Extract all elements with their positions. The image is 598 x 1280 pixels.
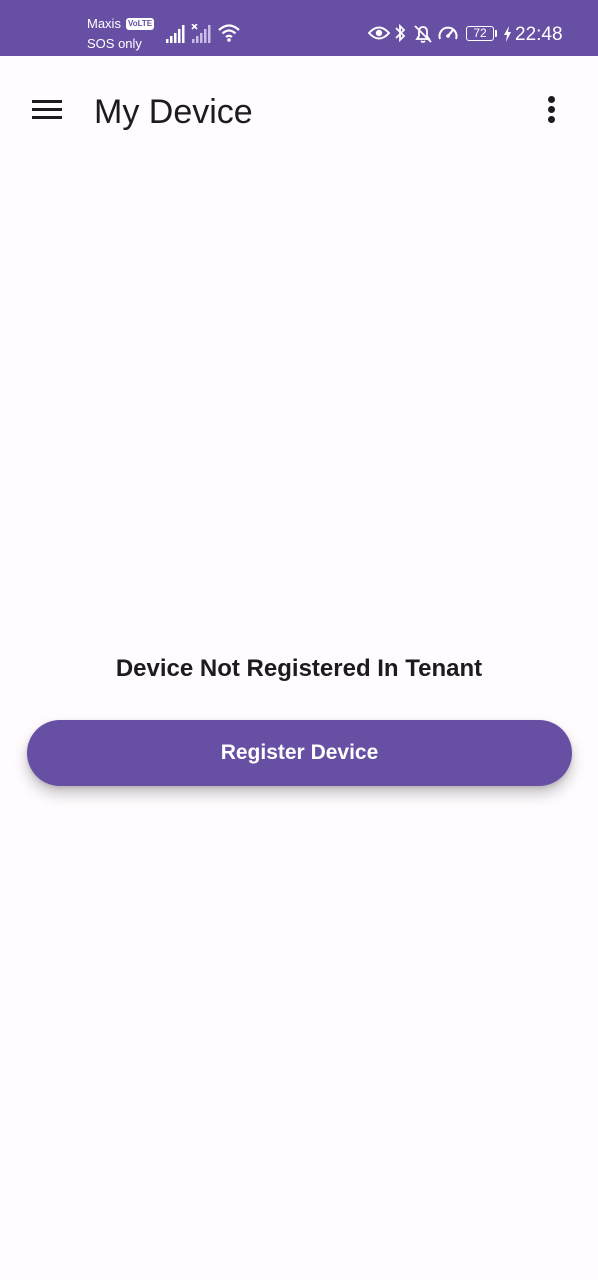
wifi-icon xyxy=(218,24,240,42)
signal-icon xyxy=(166,25,185,43)
register-device-button[interactable]: Register Device xyxy=(27,720,572,786)
hamburger-menu-icon[interactable] xyxy=(22,88,70,132)
carrier-status: SOS only xyxy=(87,36,142,51)
charging-bolt-icon xyxy=(504,26,511,42)
bell-off-icon xyxy=(414,25,432,43)
top-app-bar: My Device xyxy=(0,56,598,168)
page-title: My Device xyxy=(94,93,253,131)
speed-icon xyxy=(438,26,458,40)
eye-icon xyxy=(368,26,390,40)
volte-badge: VoLTE xyxy=(126,18,155,30)
signal-no-service-icon xyxy=(191,24,211,43)
bluetooth-icon xyxy=(395,23,406,43)
status-bar: Maxis VoLTE SOS only 72 22:48 xyxy=(0,0,598,56)
battery-tip xyxy=(495,30,497,37)
carrier-name: Maxis xyxy=(87,16,121,31)
clock: 22:48 xyxy=(515,24,563,45)
device-status-message: Device Not Registered In Tenant xyxy=(115,655,483,682)
more-vert-icon[interactable] xyxy=(530,88,574,132)
battery-icon: 72 xyxy=(466,26,494,41)
